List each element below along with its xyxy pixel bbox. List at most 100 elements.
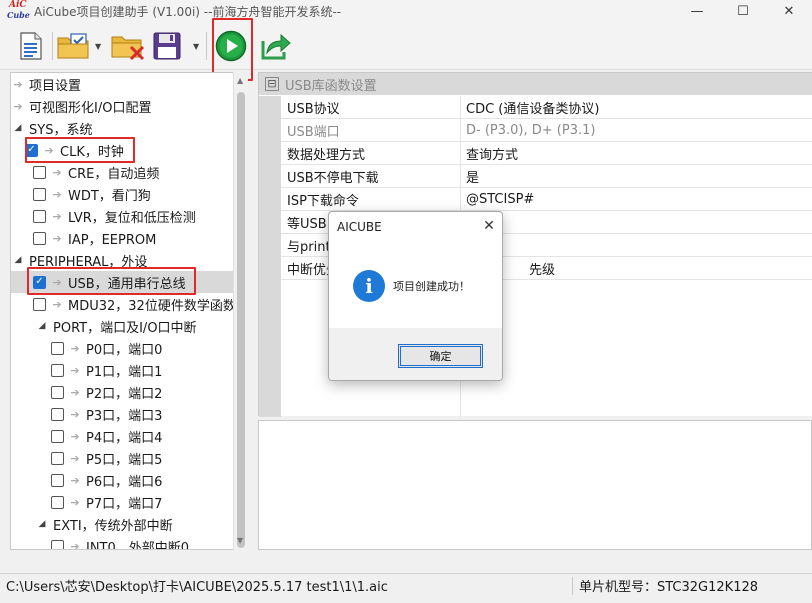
- tree-group-port[interactable]: ◢ PORT，端口及I/O口中断: [11, 315, 233, 337]
- tree-item-io-config[interactable]: ➔ 可视图形化I/O口配置: [11, 95, 233, 117]
- ok-button[interactable]: 确定: [398, 344, 483, 368]
- checkbox[interactable]: [51, 407, 64, 421]
- tree-group-peripheral[interactable]: ◢ PERIPHERAL，外设: [11, 249, 233, 271]
- checkbox[interactable]: [51, 539, 64, 549]
- arrow-right-icon: ➔: [13, 99, 23, 113]
- tree-item-label: P2口，端口2: [86, 386, 163, 402]
- property-value[interactable]: CDC (通信设备类协议): [461, 98, 599, 117]
- property-value[interactable]: D- (P3.0), D+ (P3.1): [461, 123, 595, 138]
- expand-triangle-icon[interactable]: ◢: [11, 123, 25, 133]
- save-dropdown-arrow[interactable]: ▼: [193, 42, 199, 51]
- maximize-button[interactable]: ☐: [720, 0, 766, 22]
- tree-item-label: P5口，端口5: [86, 452, 163, 468]
- tree-item-lvr[interactable]: ➔ LVR，复位和低压检测: [11, 205, 233, 227]
- tree-item-mdu32[interactable]: ➔ MDU32，32位硬件数学函数: [11, 293, 239, 315]
- arrow-right-icon: ➔: [52, 165, 62, 179]
- tree-item-label: P6口，端口6: [86, 474, 163, 490]
- tree-item-p1[interactable]: ➔ P1口，端口1: [11, 359, 233, 381]
- logo-text-top: AiC: [9, 0, 27, 10]
- collapse-icon[interactable]: ⊟: [265, 77, 279, 91]
- property-row[interactable]: ISP下载命令 @STCISP#: [259, 187, 812, 211]
- checkbox[interactable]: [51, 341, 64, 355]
- save-project-button[interactable]: [150, 30, 184, 62]
- property-row[interactable]: USB不停电下载 是: [259, 164, 812, 188]
- checkbox[interactable]: [33, 165, 46, 179]
- status-bar: C:\Users\芯安\Desktop\打卡\AICUBE\2025.5.17 …: [0, 573, 812, 597]
- dialog-close-icon[interactable]: ✕: [479, 216, 499, 236]
- tree-item-project-settings[interactable]: ➔ 项目设置: [11, 73, 233, 95]
- property-value[interactable]: 查询方式: [461, 144, 518, 163]
- arrow-right-icon: ➔: [44, 143, 54, 157]
- chip-model: 单片机型号：STC32G12K128: [579, 580, 759, 595]
- open-project-button[interactable]: [56, 30, 92, 62]
- property-row[interactable]: 数据处理方式 查询方式: [259, 141, 812, 165]
- logo-text-bottom: Cube: [7, 10, 30, 20]
- checkbox[interactable]: [51, 429, 64, 443]
- tree-item-p2[interactable]: ➔ P2口，端口2: [11, 381, 233, 403]
- minimize-button[interactable]: —: [674, 0, 720, 22]
- property-value[interactable]: 是: [461, 167, 479, 186]
- tree-item-p0[interactable]: ➔ P0口，端口0: [11, 337, 233, 359]
- arrow-right-icon: ➔: [70, 539, 80, 550]
- arrow-right-icon: ➔: [70, 495, 80, 509]
- scroll-down-arrow[interactable]: ▼: [237, 536, 243, 545]
- tree-item-p5[interactable]: ➔ P5口，端口5: [11, 447, 233, 469]
- arrow-right-icon: ➔: [70, 385, 80, 399]
- tree-item-int0[interactable]: ➔ INT0，外部中断0: [11, 535, 233, 550]
- delete-folder-icon: [111, 36, 145, 61]
- tree-item-label: MDU32，32位硬件数学函数: [68, 298, 236, 314]
- tree-item-wdt[interactable]: ➔ WDT，看门狗: [11, 183, 233, 205]
- tree-item-label: SYS，系统: [29, 122, 93, 138]
- tree-group-sys[interactable]: ◢ SYS，系统: [11, 117, 233, 139]
- project-path: C:\Users\芯安\Desktop\打卡\AICUBE\2025.5.17 …: [6, 580, 388, 595]
- checkbox-checked[interactable]: ✓: [33, 275, 46, 289]
- checkbox[interactable]: [33, 297, 46, 311]
- export-button[interactable]: [258, 30, 294, 62]
- new-project-button[interactable]: [16, 30, 46, 62]
- checkbox[interactable]: [33, 231, 46, 245]
- tree-item-usb[interactable]: ✓ ➔ USB，通用串行总线: [11, 271, 233, 293]
- property-value[interactable]: @STCISP#: [461, 192, 534, 207]
- scrollbar-thumb[interactable]: [237, 92, 245, 548]
- checkbox[interactable]: [51, 473, 64, 487]
- delete-project-button[interactable]: [110, 30, 146, 62]
- tree-item-label: INT0，外部中断0: [86, 540, 190, 550]
- tree-item-p3[interactable]: ➔ P3口，端口3: [11, 403, 233, 425]
- tree-item-label: PERIPHERAL，外设: [29, 254, 148, 270]
- property-row[interactable]: USB协议 CDC (通信设备类协议): [259, 95, 812, 119]
- checkbox[interactable]: [33, 209, 46, 223]
- toolbar-separator: [206, 32, 207, 60]
- checkbox[interactable]: [51, 495, 64, 509]
- tree-group-exti[interactable]: ◢ EXTI，传统外部中断: [11, 513, 233, 535]
- arrow-right-icon: ➔: [70, 473, 80, 487]
- scroll-up-arrow[interactable]: ▲: [237, 76, 243, 85]
- checkbox-checked[interactable]: ✓: [25, 143, 38, 157]
- close-button[interactable]: ✕: [766, 0, 812, 22]
- property-row[interactable]: USB端口 D- (P3.0), D+ (P3.1): [259, 118, 812, 142]
- tree-item-iap[interactable]: ➔ IAP，EEPROM: [11, 227, 233, 249]
- tree-scrollbar[interactable]: ▲ ▼: [233, 72, 248, 550]
- tree-item-p7[interactable]: ➔ P7口，端口7: [11, 491, 233, 513]
- tree-item-label: PORT，端口及I/O口中断: [53, 320, 197, 336]
- expand-triangle-icon[interactable]: ◢: [35, 519, 49, 529]
- open-dropdown-arrow[interactable]: ▼: [95, 42, 101, 51]
- dialog-body: i 项目创建成功！: [329, 242, 502, 328]
- toolbar: ▼ ▼: [0, 22, 812, 70]
- checkbox[interactable]: [51, 451, 64, 465]
- checkbox[interactable]: [33, 187, 46, 201]
- expand-triangle-icon[interactable]: ◢: [11, 255, 25, 265]
- checkbox[interactable]: [51, 363, 64, 377]
- arrow-right-icon: ➔: [52, 209, 62, 223]
- app-logo-icon: AiC Cube: [6, 0, 30, 22]
- tree-item-label: P1口，端口1: [86, 364, 163, 380]
- section-title: USB库函数设置: [285, 78, 377, 94]
- checkbox[interactable]: [51, 385, 64, 399]
- run-generate-button[interactable]: [214, 30, 248, 62]
- expand-triangle-icon[interactable]: ◢: [35, 321, 49, 331]
- tree-item-p4[interactable]: ➔ P4口，端口4: [11, 425, 233, 447]
- tree-item-p6[interactable]: ➔ P6口，端口6: [11, 469, 233, 491]
- tree-item-clk[interactable]: ✓ ➔ CLK，时钟: [11, 139, 233, 161]
- property-section-header[interactable]: ⊟ USB库函数设置: [259, 73, 812, 95]
- tree-item-label: WDT，看门狗: [68, 188, 151, 204]
- tree-item-cre[interactable]: ➔ CRE，自动追频: [11, 161, 233, 183]
